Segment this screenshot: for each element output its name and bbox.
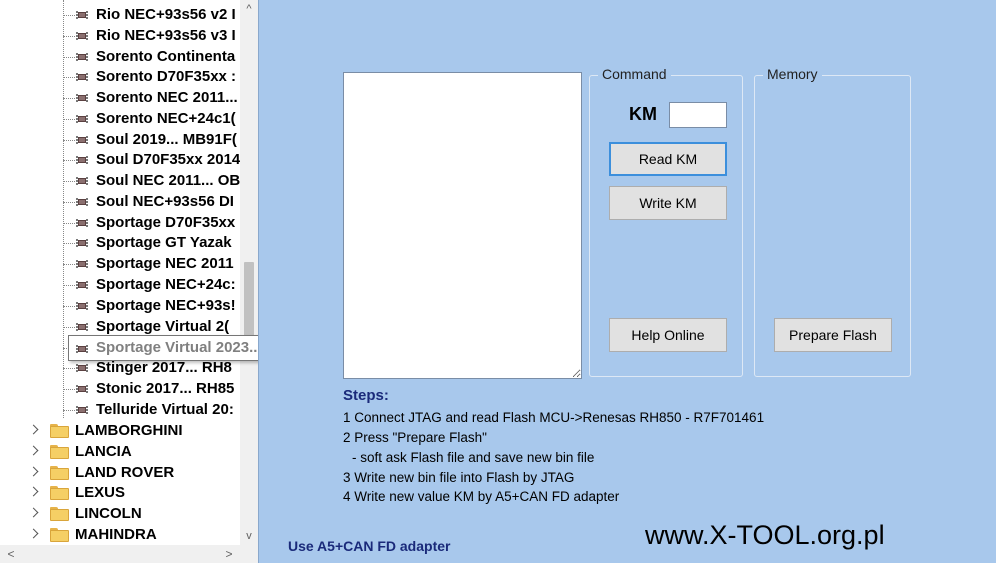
- tree-group-label: LINCOLN: [75, 505, 142, 522]
- ecu-chip-icon: [74, 176, 90, 186]
- km-label: KM: [629, 104, 657, 124]
- chevron-right-icon[interactable]: [28, 528, 39, 539]
- ecu-chip-icon: [74, 238, 90, 248]
- ecu-chip-icon: [74, 259, 90, 269]
- tree-item-label: Stonic 2017... RH85: [96, 380, 235, 397]
- scrollbar-corner: [240, 545, 258, 563]
- tree-item-label: Rio NEC+93s56 v3 I: [96, 27, 236, 44]
- prepare-flash-button[interactable]: Prepare Flash: [774, 318, 892, 352]
- help-online-button[interactable]: Help Online: [609, 318, 727, 352]
- ecu-chip-icon: [74, 135, 90, 145]
- ecu-chip-icon: [74, 114, 90, 124]
- vertical-scrollbar[interactable]: ^ v: [240, 0, 258, 545]
- tree-group-label: MAHINDRA: [75, 526, 157, 543]
- step-line: 1 Connect JTAG and read Flash MCU->Renes…: [343, 410, 765, 425]
- ecu-chip-icon: [74, 344, 90, 354]
- chevron-right-icon[interactable]: [28, 445, 39, 456]
- scroll-left-icon[interactable]: <: [2, 545, 20, 563]
- tree-item-label: Soul NEC 2011... OB: [96, 172, 240, 189]
- tree-item-label: Telluride Virtual 20:: [96, 401, 234, 418]
- horizontal-scrollbar[interactable]: < >: [0, 545, 240, 563]
- chevron-right-icon[interactable]: [28, 424, 39, 435]
- adapter-note: Use A5+CAN FD adapter: [288, 538, 451, 554]
- folder-icon: [50, 528, 69, 542]
- chevron-right-icon[interactable]: [28, 507, 39, 518]
- ecu-chip-icon: [74, 405, 90, 415]
- ecu-chip-icon: [74, 322, 90, 332]
- folder-icon: [50, 466, 69, 480]
- folder-icon: [50, 486, 69, 500]
- read-km-button[interactable]: Read KM: [609, 142, 727, 176]
- ecu-chip-icon: [74, 52, 90, 62]
- tree-item-label: Sportage D70F35xx: [96, 214, 236, 231]
- command-group-title: Command: [598, 66, 671, 82]
- tree-item-label: Soul 2019... MB91F(: [96, 131, 237, 148]
- tree-item-label: Sorento D70F35xx :: [96, 68, 237, 85]
- chevron-right-icon[interactable]: [28, 486, 39, 497]
- ecu-chip-icon: [74, 10, 90, 20]
- ecu-chip-icon: [74, 31, 90, 41]
- watermark: www.X-TOOL.org.pl: [645, 520, 885, 550]
- step-line: 2 Press "Prepare Flash": [343, 430, 487, 445]
- ecu-chip-icon: [74, 155, 90, 165]
- ecu-tree: Rio NEC+93s56 v2 I Rio NEC+93s56 v3 I So…: [0, 0, 240, 545]
- step-line: 4 Write new value KM by A5+CAN FD adapte…: [343, 489, 620, 504]
- ecu-chip-icon: [74, 197, 90, 207]
- tree-item-label: Sportage Virtual 2(: [96, 318, 230, 335]
- km-input[interactable]: [669, 102, 727, 128]
- ecu-chip-icon: [74, 280, 90, 290]
- folder-icon: [50, 424, 69, 438]
- tree-item-label: Sorento NEC 2011...: [96, 89, 238, 106]
- step-line: 3 Write new bin file into Flash by JTAG: [343, 470, 575, 485]
- ecu-chip-icon: [74, 384, 90, 394]
- tree-item-label: Sorento NEC+24c1(: [96, 110, 236, 127]
- tree-item-label: Sportage NEC+93s!: [96, 297, 236, 314]
- tree-item-label: Soul D70F35xx 2014: [96, 151, 240, 168]
- tree-group-label: LAMBORGHINI: [75, 422, 183, 439]
- tree-group-label: LAND ROVER: [75, 464, 175, 481]
- scroll-down-icon[interactable]: v: [240, 527, 258, 545]
- scroll-thumb[interactable]: [244, 262, 254, 346]
- memory-group-title: Memory: [763, 66, 822, 82]
- ecu-chip-icon: [74, 93, 90, 103]
- tree-item-label: Sorento Continenta: [96, 48, 236, 65]
- chevron-right-icon[interactable]: [28, 466, 39, 477]
- tree-group-label: LEXUS: [75, 484, 126, 501]
- tree-group-label: LANCIA: [75, 443, 132, 460]
- ecu-chip-icon: [74, 218, 90, 228]
- ecu-chip-icon: [74, 72, 90, 82]
- window-edge: [996, 0, 1000, 563]
- steps-title: Steps:: [343, 387, 389, 404]
- tree-connector-line: [63, 0, 64, 418]
- main-panel: Command Memory KM Read KM Write KM Help …: [258, 0, 1000, 563]
- tree-item-label: Rio NEC+93s56 v2 I: [96, 6, 236, 23]
- tree-item-label: Sportage GT Yazak: [96, 234, 232, 251]
- step-line: - soft ask Flash file and save new bin f…: [352, 450, 595, 465]
- folder-icon: [50, 445, 69, 459]
- tree-item-label: Stinger 2017... RH8: [96, 359, 232, 376]
- write-km-button[interactable]: Write KM: [609, 186, 727, 220]
- scroll-up-icon[interactable]: ^: [240, 0, 258, 18]
- tree-item-label: Soul NEC+93s56 DI: [96, 193, 234, 210]
- ecu-tree-panel[interactable]: Rio NEC+93s56 v2 I Rio NEC+93s56 v3 I So…: [0, 0, 258, 563]
- ecu-chip-icon: [74, 301, 90, 311]
- scroll-right-icon[interactable]: >: [220, 545, 238, 563]
- folder-icon: [50, 507, 69, 521]
- output-textbox[interactable]: [343, 72, 582, 379]
- tree-item-label: Sportage NEC 2011: [96, 255, 234, 272]
- ecu-chip-icon: [74, 363, 90, 373]
- tree-item-label: Sportage NEC+24c:: [96, 276, 236, 293]
